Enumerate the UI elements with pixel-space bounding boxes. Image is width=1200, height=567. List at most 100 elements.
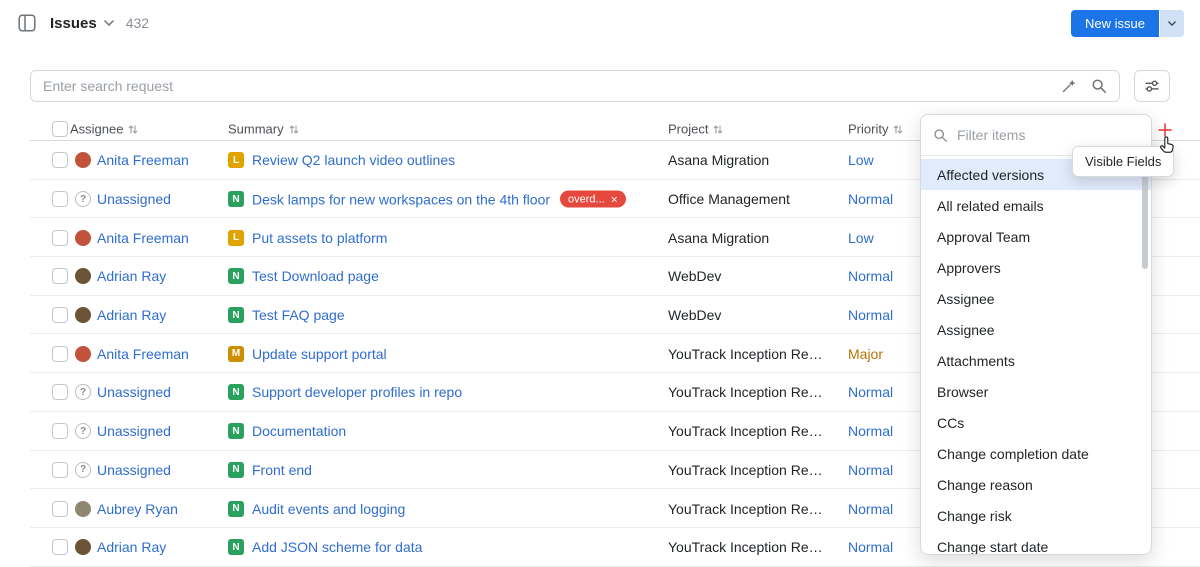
assignee-link[interactable]: Anita Freeman <box>97 152 225 168</box>
issue-type-icon: L <box>228 230 244 246</box>
assignee-link[interactable]: Unassigned <box>97 462 225 478</box>
issue-summary-link[interactable]: Desk lamps for new workspaces on the 4th… <box>252 191 550 207</box>
project-cell: YouTrack Inception Re… <box>668 501 846 517</box>
dropdown-item[interactable]: Assignee <box>921 283 1151 314</box>
column-header-assignee[interactable]: Assignee <box>70 122 138 137</box>
row-checkbox[interactable] <box>52 539 68 555</box>
project-cell: Asana Migration <box>668 230 846 246</box>
avatar <box>75 539 91 555</box>
dropdown-item[interactable]: CCs <box>921 407 1151 438</box>
project-cell: Office Management <box>668 191 846 207</box>
priority-cell: Normal <box>848 423 893 439</box>
column-label: Assignee <box>70 122 123 137</box>
assignee-link[interactable]: Adrian Ray <box>97 539 225 555</box>
search-settings-button[interactable] <box>1134 70 1170 102</box>
assignee-link[interactable]: Anita Freeman <box>97 346 225 362</box>
issue-summary-link[interactable]: Review Q2 launch video outlines <box>252 152 455 168</box>
summary-cell: Test FAQ page <box>252 307 662 323</box>
new-issue-button[interactable]: New issue <box>1071 10 1159 37</box>
avatar: ? <box>75 423 91 439</box>
issue-summary-link[interactable]: Audit events and logging <box>252 501 405 517</box>
issue-type-icon: N <box>228 539 244 555</box>
issue-summary-link[interactable]: Update support portal <box>252 346 387 362</box>
issue-summary-link[interactable]: Test Download page <box>252 268 379 284</box>
row-checkbox[interactable] <box>52 346 68 362</box>
row-checkbox[interactable] <box>52 423 68 439</box>
dropdown-item[interactable]: Change risk <box>921 500 1151 531</box>
issue-type-icon: M <box>228 346 244 362</box>
assignee-link[interactable]: Unassigned <box>97 384 225 400</box>
visible-fields-tooltip: Visible Fields <box>1072 146 1174 177</box>
ai-search-icon[interactable] <box>1061 78 1077 94</box>
select-all-checkbox[interactable] <box>52 121 68 137</box>
issue-summary-link[interactable]: Test FAQ page <box>252 307 345 323</box>
priority-cell: Normal <box>848 462 893 478</box>
dropdown-item[interactable]: Change completion date <box>921 438 1151 469</box>
search-box[interactable] <box>30 70 1120 102</box>
overdue-tag[interactable]: overd... × <box>560 191 626 208</box>
issue-summary-link[interactable]: Documentation <box>252 423 346 439</box>
assignee-link[interactable]: Unassigned <box>97 423 225 439</box>
tag-remove-icon[interactable]: × <box>611 193 618 205</box>
project-cell: YouTrack Inception Re… <box>668 462 846 478</box>
sort-icon <box>289 123 299 135</box>
sort-icon <box>893 123 903 135</box>
issue-summary-link[interactable]: Put assets to platform <box>252 230 387 246</box>
issue-type-icon: N <box>228 307 244 323</box>
column-header-project[interactable]: Project <box>668 122 723 137</box>
dropdown-scrollbar[interactable] <box>1142 169 1148 269</box>
avatar <box>75 230 91 246</box>
dropdown-item[interactable]: Assignee <box>921 314 1151 345</box>
row-checkbox[interactable] <box>52 384 68 400</box>
dropdown-item[interactable]: Approvers <box>921 252 1151 283</box>
add-column-button[interactable] <box>1155 120 1175 140</box>
column-label: Summary <box>228 122 284 137</box>
issue-summary-link[interactable]: Support developer profiles in repo <box>252 384 462 400</box>
dropdown-item[interactable]: Change reason <box>921 469 1151 500</box>
avatar: ? <box>75 384 91 400</box>
issue-summary-link[interactable]: Front end <box>252 462 312 478</box>
issues-title-dropdown[interactable]: Issues <box>50 15 114 32</box>
row-divider <box>30 566 1200 567</box>
dropdown-item[interactable]: Approval Team <box>921 221 1151 252</box>
summary-cell: Review Q2 launch video outlines <box>252 152 662 168</box>
avatar <box>75 307 91 323</box>
project-cell: WebDev <box>668 307 846 323</box>
new-issue-dropdown-button[interactable] <box>1160 10 1184 37</box>
assignee-link[interactable]: Anita Freeman <box>97 230 225 246</box>
add-column-plus-icon <box>1158 123 1172 137</box>
row-checkbox[interactable] <box>52 307 68 323</box>
column-header-priority[interactable]: Priority <box>848 122 903 137</box>
sidebar-toggle-icon[interactable] <box>16 12 38 34</box>
column-header-summary[interactable]: Summary <box>228 122 299 137</box>
visible-fields-dropdown: Affected versionsAll related emailsAppro… <box>920 114 1152 555</box>
row-checkbox[interactable] <box>52 268 68 284</box>
issue-summary-link[interactable]: Add JSON scheme for data <box>252 539 422 555</box>
summary-cell: Update support portal <box>252 346 662 362</box>
dropdown-item[interactable]: Browser <box>921 376 1151 407</box>
project-cell: YouTrack Inception Re… <box>668 539 846 555</box>
row-checkbox[interactable] <box>52 191 68 207</box>
dropdown-item[interactable]: Change start date <box>921 531 1151 555</box>
row-checkbox[interactable] <box>52 462 68 478</box>
tag-label: overd... <box>568 193 605 205</box>
sort-icon <box>713 123 723 135</box>
filter-items-input[interactable] <box>957 127 1139 143</box>
dropdown-item[interactable]: All related emails <box>921 190 1151 221</box>
summary-cell: Audit events and logging <box>252 501 662 517</box>
project-cell: Asana Migration <box>668 152 846 168</box>
row-checkbox[interactable] <box>52 230 68 246</box>
assignee-link[interactable]: Aubrey Ryan <box>97 501 225 517</box>
dropdown-item[interactable]: Attachments <box>921 345 1151 376</box>
summary-cell: Test Download page <box>252 268 662 284</box>
assignee-link[interactable]: Adrian Ray <box>97 268 225 284</box>
priority-cell: Low <box>848 152 874 168</box>
assignee-link[interactable]: Adrian Ray <box>97 307 225 323</box>
search-icon[interactable] <box>1091 78 1107 94</box>
search-input[interactable] <box>43 78 1047 94</box>
row-checkbox[interactable] <box>52 152 68 168</box>
row-checkbox[interactable] <box>52 501 68 517</box>
priority-cell: Normal <box>848 501 893 517</box>
assignee-link[interactable]: Unassigned <box>97 191 225 207</box>
priority-cell: Low <box>848 230 874 246</box>
